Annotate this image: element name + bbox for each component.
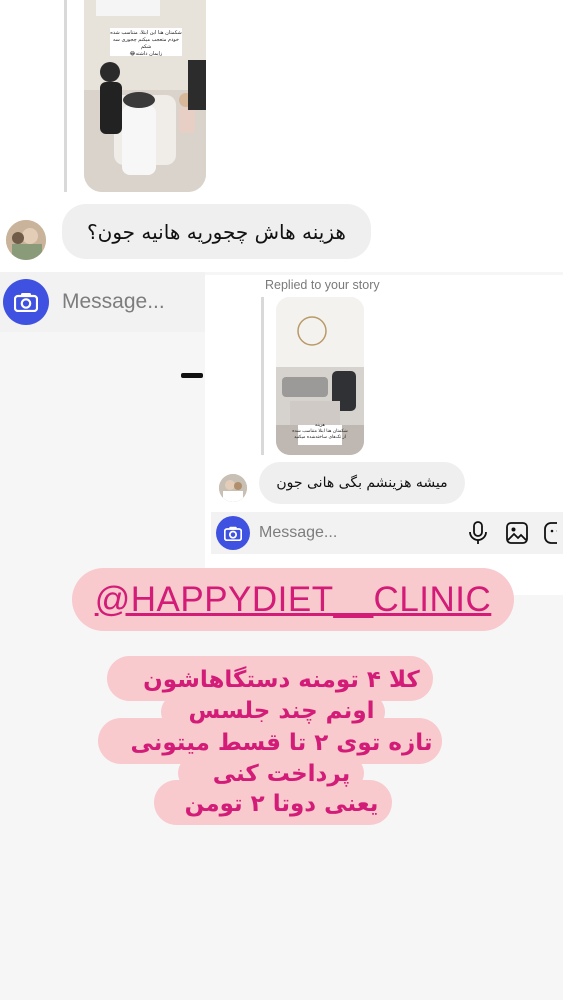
camera-button[interactable]	[216, 516, 250, 550]
gallery-button[interactable]	[505, 521, 529, 545]
swipe-handle	[181, 373, 203, 378]
microphone-button[interactable]	[467, 521, 489, 545]
overlay-text-line: کلا ۴ تومنه دستگاهاشون	[143, 667, 420, 693]
message-input[interactable]: Message...	[62, 290, 165, 314]
message-bubble[interactable]: میشه هزینشم بگی هانی جون	[259, 462, 465, 504]
story-photo	[84, 0, 206, 192]
story-caption: شکمتان هنا این ابتلا، متناسب شده خودم مت…	[110, 30, 182, 57]
avatar[interactable]	[6, 220, 46, 260]
message-bubble[interactable]: هزینه هاش چجوریه هانیه جون؟	[62, 204, 371, 259]
avatar-photo	[219, 474, 247, 502]
camera-icon	[14, 293, 38, 312]
message-composer: Message...	[0, 272, 205, 332]
reply-indicator-line	[261, 297, 264, 455]
message-input[interactable]: Message...	[259, 524, 439, 542]
camera-button[interactable]	[3, 279, 49, 325]
overlay-text-line: اونم چند جلسس	[188, 698, 375, 724]
microphone-icon	[469, 521, 487, 544]
camera-icon	[224, 526, 242, 541]
second-thread: Replied to your story هزینه شکمتان هنا ا…	[205, 275, 563, 595]
message-text: هزینه هاش چجوریه هانیه جون؟	[87, 219, 346, 244]
story-caption: هزینه شکمتان هنا ابتلا متناسب شده از تک‌…	[290, 423, 350, 441]
gallery-icon	[506, 522, 528, 544]
story-thumbnail[interactable]: شکمتان هنا این ابتلا، متناسب شده خودم مت…	[84, 0, 206, 192]
overlay-text-line: یعنی دوتا ۲ تومن	[184, 791, 379, 817]
message-text: میشه هزینشم بگی هانی جون	[276, 475, 448, 491]
clinic-handle-link[interactable]: @HAPPYDIET__CLINIC	[72, 568, 514, 631]
first-thread: شکمتان هنا این ابتلا، متناسب شده خودم مت…	[0, 0, 563, 272]
sticker-button[interactable]	[543, 521, 557, 545]
overlay-text-line: تازه توی ۲ تا قسط میتونی	[130, 730, 433, 756]
sticker-icon	[544, 522, 557, 544]
replied-label: Replied to your story	[265, 278, 380, 292]
story-thumbnail[interactable]: هزینه شکمتان هنا ابتلا متناسب شده از تک‌…	[276, 297, 364, 455]
avatar[interactable]	[219, 474, 247, 502]
message-composer: Message...	[211, 512, 563, 554]
avatar-photo	[6, 220, 46, 260]
story-caption-line: از تک‌های ساخته‌شده میکنید	[294, 435, 346, 440]
reply-indicator-line	[64, 0, 67, 192]
overlay-text-line: پرداخت کنی	[212, 761, 351, 787]
